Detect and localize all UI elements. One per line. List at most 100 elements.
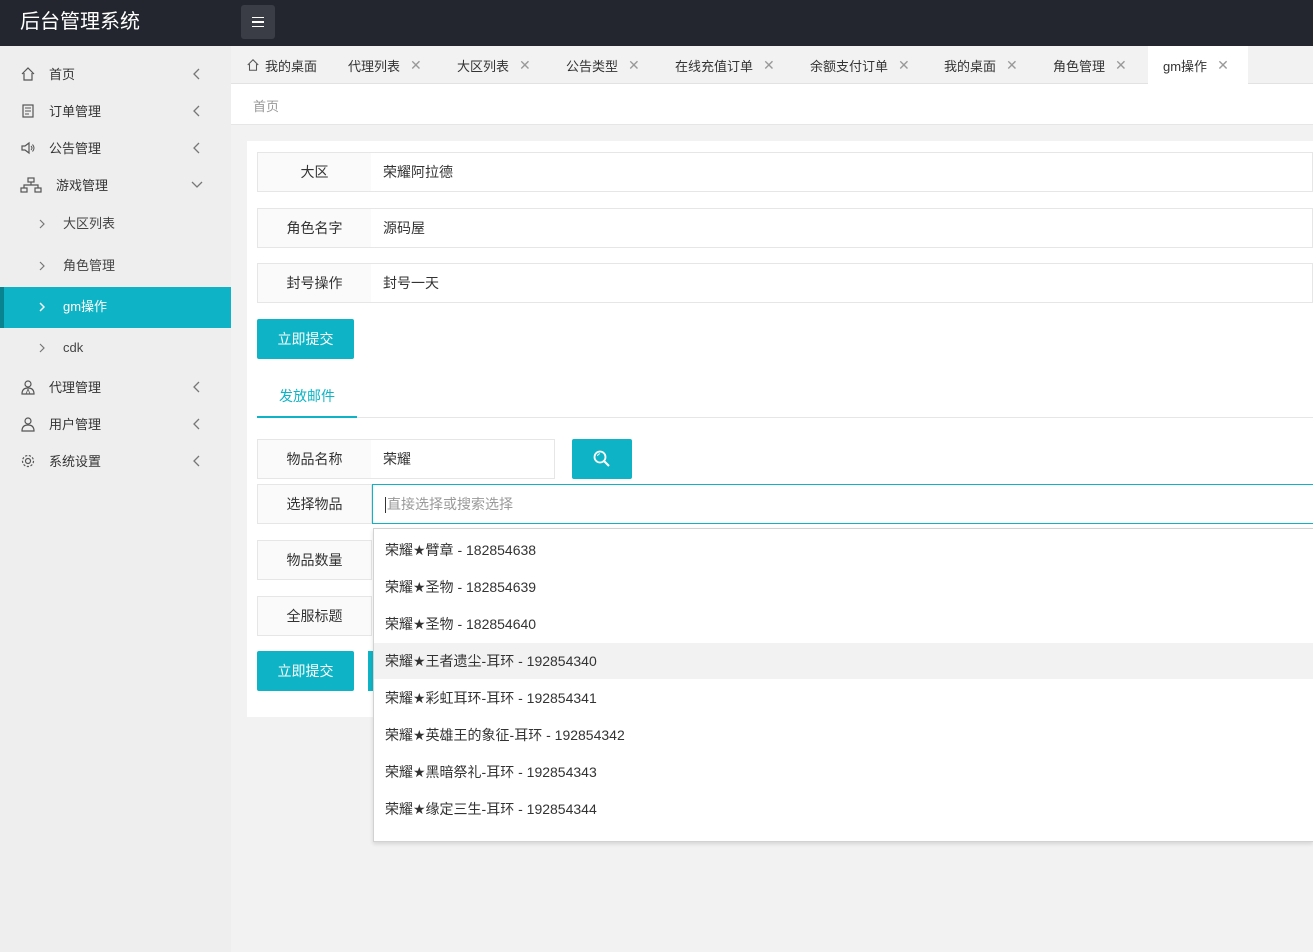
tab-label: 大区列表 [457,58,510,74]
tab-label: 角色管理 [1053,58,1106,74]
select-item-row: 选择物品 [257,484,373,524]
sidebar-item-label: 首页 [49,67,76,82]
item-select-placeholder: 直接选择或搜索选择 [387,496,513,512]
close-icon[interactable]: ✕ [628,57,640,74]
search-button[interactable] [572,439,632,479]
item-select-input[interactable]: 直接选择或搜索选择 [372,484,1313,524]
chevron-left-icon [193,68,200,80]
tab-label: 在线充值订单 [675,58,754,74]
tab-announcement-type[interactable]: 公告类型 ✕ [566,46,640,84]
dropdown-option[interactable]: 荣耀★黑暗祭礼-耳环 - 192854343 [374,754,1313,790]
role-row: 角色名字 源码屋 [257,208,1313,248]
text-caret [385,497,386,514]
hamburger-icon [252,16,264,19]
region-row: 大区 荣耀阿拉德 [257,152,1313,192]
dropdown-option[interactable]: 荣耀★王者遗尘-耳环 - 192854340 [374,643,1313,679]
tab-label: 代理列表 [348,58,401,74]
tab-bar: 我的桌面 代理列表 ✕ 大区列表 ✕ 公告类型 ✕ 在线充值订单 ✕ 余额支付订单 ✕ 我… [231,46,1313,84]
sidebar-subitem-label: cdk [63,340,84,355]
close-icon[interactable]: ✕ [763,57,775,74]
dropdown-option[interactable]: 荣耀★彩虹耳环-耳环 - 192854341 [374,680,1313,716]
chevron-right-icon [39,302,45,312]
dropdown-option[interactable]: 荣耀★圣物 - 182854640 [374,606,1313,642]
sidebar-item-announcements[interactable]: 公告管理 [0,130,231,167]
ban-label: 封号操作 [257,263,372,303]
tab-label: 余额支付订单 [810,58,889,74]
sidebar-item-orders[interactable]: 订单管理 [0,93,231,130]
speaker-icon [21,141,35,155]
chevron-left-icon [193,455,200,467]
item-dropdown: 荣耀★臂章 - 182854638 荣耀★圣物 - 182854639 荣耀★圣… [373,528,1313,842]
tab-region-list[interactable]: 大区列表 ✕ [457,46,531,84]
sidebar-item-game[interactable]: 游戏管理 [0,167,231,204]
tab-my-desktop-2[interactable]: 我的桌面 ✕ [944,46,1018,84]
region-select[interactable]: 荣耀阿拉德 [371,152,1313,192]
item-name-input[interactable]: 荣耀 [371,439,555,479]
tab-online-recharge[interactable]: 在线充值订单 ✕ [675,46,775,84]
breadcrumb-home[interactable]: 首页 [253,96,279,115]
dropdown-option[interactable]: 荣耀★臂章 - 182854638 [374,532,1313,568]
mail-tabs: 发放邮件 [257,376,1313,418]
close-icon[interactable]: ✕ [1006,57,1018,74]
close-icon[interactable]: ✕ [898,57,910,74]
home-icon [21,67,35,81]
role-name-input[interactable]: 源码屋 [371,208,1313,248]
sidebar-subitem-gm[interactable]: gm操作 [0,287,231,328]
app-title: 后台管理系统 [20,11,140,33]
tab-label: 我的桌面 [944,58,997,74]
chevron-right-icon [39,219,45,229]
region-label: 大区 [257,152,372,192]
ban-select[interactable]: 封号一天 [371,263,1313,303]
ban-row: 封号操作 封号一天 [257,263,1313,303]
sidebar-item-label: 代理管理 [49,380,102,395]
tab-balance-payment[interactable]: 余额支付订单 ✕ [810,46,910,84]
menu-toggle-button[interactable] [241,5,275,39]
tab-role-management[interactable]: 角色管理 ✕ [1053,46,1127,84]
tab-send-mail[interactable]: 发放邮件 [257,376,357,418]
quantity-row: 物品数量 [257,540,373,580]
chevron-right-icon [39,261,45,271]
gear-icon [21,454,35,468]
home-icon [247,59,259,71]
sidebar-subitem-label: gm操作 [63,299,108,314]
search-icon [593,450,610,467]
sidebar-subitem-regions[interactable]: 大区列表 [0,204,231,245]
close-icon[interactable]: ✕ [410,57,422,74]
select-item-label: 选择物品 [257,484,372,524]
tab-gm[interactable]: gm操作 ✕ [1148,46,1248,84]
item-name-row: 物品名称 荣耀 [257,439,557,479]
tab-agent-list[interactable]: 代理列表 ✕ [348,46,422,84]
document-icon [22,104,34,118]
chevron-right-icon [39,343,45,353]
breadcrumb: 首页 [231,84,1313,125]
broadcast-title-label: 全服标题 [257,596,372,636]
sidebar-item-home[interactable]: 首页 [0,56,231,93]
users-icon [21,380,35,395]
dropdown-option[interactable]: 荣耀★英雄王的象征-耳环 - 192854342 [374,717,1313,753]
sidebar-subitem-roles[interactable]: 角色管理 [0,246,231,287]
chevron-down-icon [191,181,203,188]
sidebar-item-label: 公告管理 [49,141,102,156]
sidebar-item-agents[interactable]: 代理管理 [0,369,231,406]
dropdown-option[interactable]: 荣耀★圣物 - 182854639 [374,569,1313,605]
chevron-left-icon [193,105,200,117]
close-icon[interactable]: ✕ [1217,57,1229,74]
close-icon[interactable]: ✕ [519,57,531,74]
sidebar-subitem-label: 角色管理 [63,258,116,273]
tab-my-desktop[interactable]: 我的桌面 [246,46,317,84]
sidebar-subitem-label: 大区列表 [63,216,116,231]
sitemap-icon [20,177,42,193]
sidebar-subitem-cdk[interactable]: cdk [0,328,231,369]
chevron-left-icon [193,381,200,393]
submit-ban-button[interactable]: 立即提交 [257,319,354,359]
sidebar-item-settings[interactable]: 系统设置 [0,443,231,480]
close-icon[interactable]: ✕ [1115,57,1127,74]
sidebar-item-users[interactable]: 用户管理 [0,406,231,443]
user-icon [21,417,35,432]
top-header: 后台管理系统 [0,0,1313,46]
sidebar-item-label: 用户管理 [49,417,102,432]
submit-mail-button[interactable]: 立即提交 [257,651,354,691]
dropdown-option[interactable]: 荣耀★缘定三生-耳环 - 192854344 [374,791,1313,827]
quantity-label: 物品数量 [257,540,372,580]
tab-label: 我的桌面 [265,58,318,74]
